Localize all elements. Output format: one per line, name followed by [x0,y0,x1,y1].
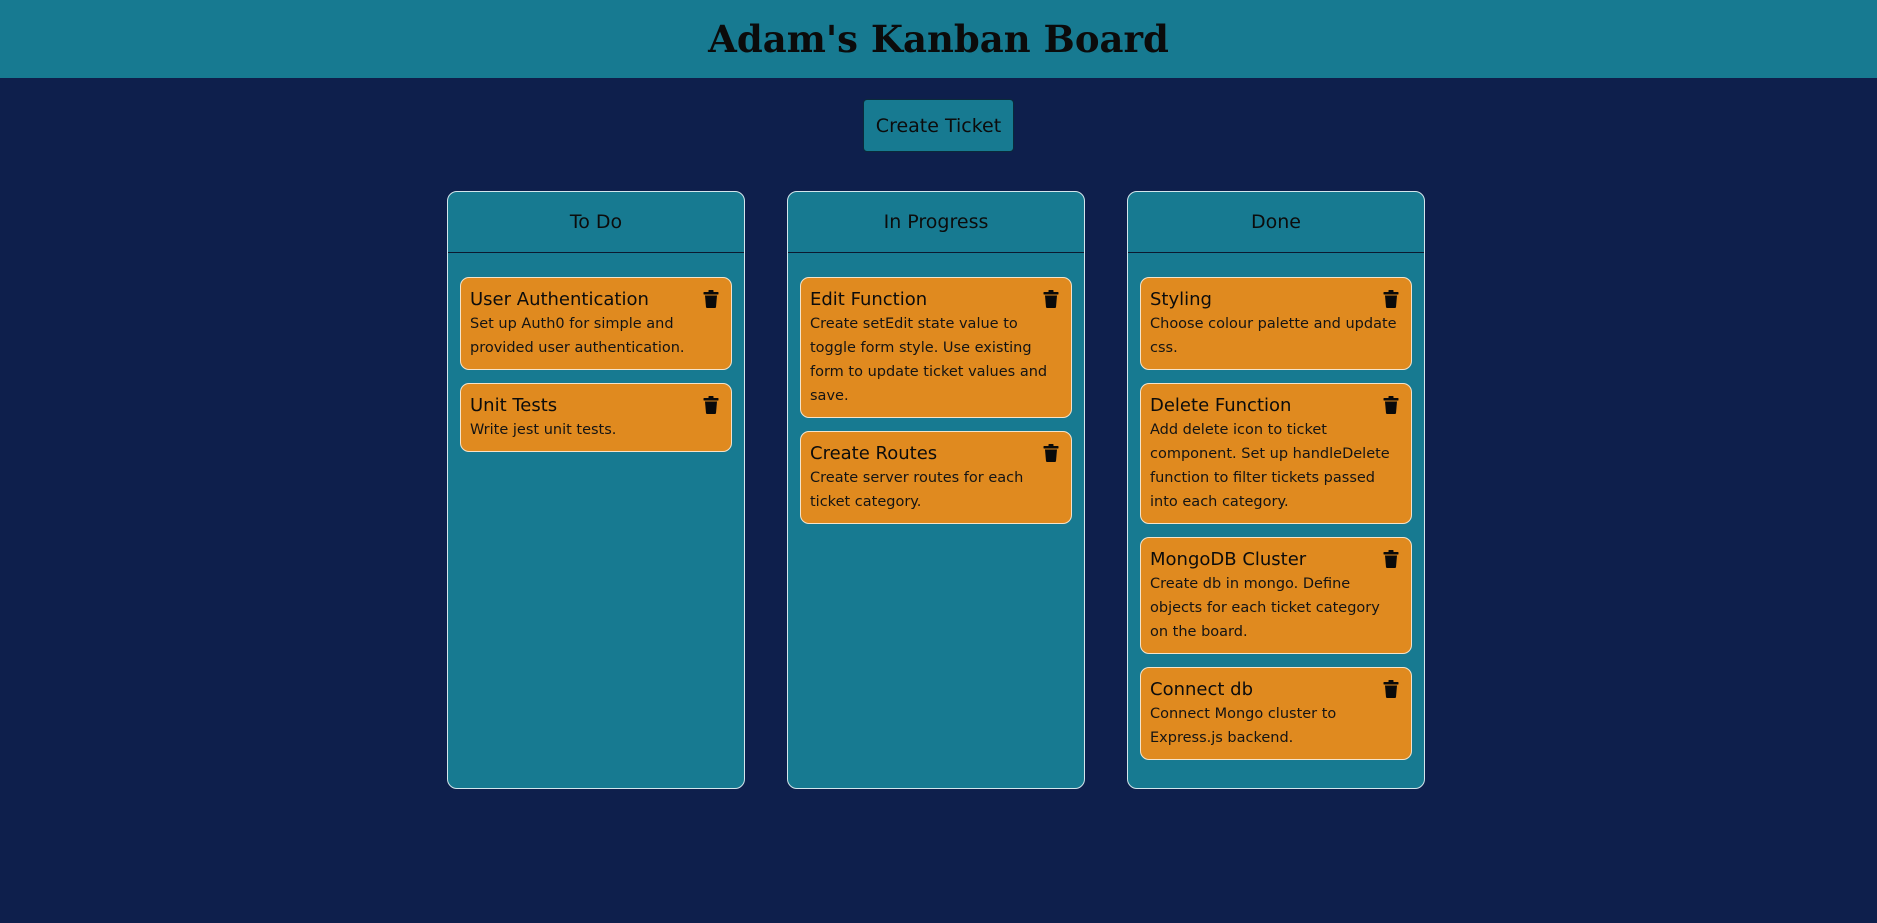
column-to-do: To Do User Authentication Set up Auth0 f… [447,191,745,789]
ticket-title: Connect db [1150,679,1253,700]
ticket-description: Choose colour palette and update css. [1150,316,1397,356]
ticket-description: Add delete icon to ticket component. Set… [1150,422,1390,510]
column-title: To Do [448,192,744,253]
actions-bar: Create Ticket [0,99,1877,152]
trash-icon[interactable] [1383,290,1399,308]
trash-icon[interactable] [1043,290,1059,308]
ticket-list: Edit Function Create setEdit state value… [788,253,1084,524]
ticket-description: Connect Mongo cluster to Express.js back… [1150,706,1337,746]
ticket-title: Create Routes [810,443,938,464]
create-ticket-button[interactable]: Create Ticket [863,99,1014,152]
ticket-title: Edit Function [810,289,928,310]
ticket-description: Set up Auth0 for simple and provided use… [470,316,685,356]
ticket-description: Create setEdit state value to toggle for… [810,316,1048,404]
column-in-progress: In Progress Edit Function Create setEdit… [787,191,1085,789]
column-done: Done Styling Choose colour palette and u… [1127,191,1425,789]
trash-icon[interactable] [1383,680,1399,698]
ticket-title: Delete Function [1150,395,1292,416]
trash-icon[interactable] [703,396,719,414]
page-title: Adam's Kanban Board [708,17,1169,61]
app-header: Adam's Kanban Board [0,0,1877,78]
ticket-description: Write jest unit tests. [470,422,617,438]
trash-icon[interactable] [1043,444,1059,462]
trash-icon[interactable] [1383,550,1399,568]
ticket-card[interactable]: Edit Function Create setEdit state value… [800,277,1072,418]
column-title: Done [1128,192,1424,253]
ticket-title: Unit Tests [470,395,558,416]
ticket-description: Create db in mongo. Define objects for e… [1150,576,1380,640]
ticket-card[interactable]: Create Routes Create server routes for e… [800,431,1072,524]
ticket-card[interactable]: Unit Tests Write jest unit tests. [460,383,732,452]
ticket-card[interactable]: Connect db Connect Mongo cluster to Expr… [1140,667,1412,760]
trash-icon[interactable] [703,290,719,308]
trash-icon[interactable] [1383,396,1399,414]
ticket-card[interactable]: User Authentication Set up Auth0 for sim… [460,277,732,370]
ticket-title: User Authentication [470,289,649,310]
kanban-board: To Do User Authentication Set up Auth0 f… [0,191,1877,791]
ticket-list: Styling Choose colour palette and update… [1128,253,1424,760]
ticket-list: User Authentication Set up Auth0 for sim… [448,253,744,452]
ticket-title: Styling [1150,289,1212,310]
ticket-card[interactable]: Delete Function Add delete icon to ticke… [1140,383,1412,524]
ticket-card[interactable]: Styling Choose colour palette and update… [1140,277,1412,370]
ticket-title: MongoDB Cluster [1150,549,1307,570]
ticket-card[interactable]: MongoDB Cluster Create db in mongo. Defi… [1140,537,1412,654]
column-title: In Progress [788,192,1084,253]
ticket-description: Create server routes for each ticket cat… [810,470,1024,510]
